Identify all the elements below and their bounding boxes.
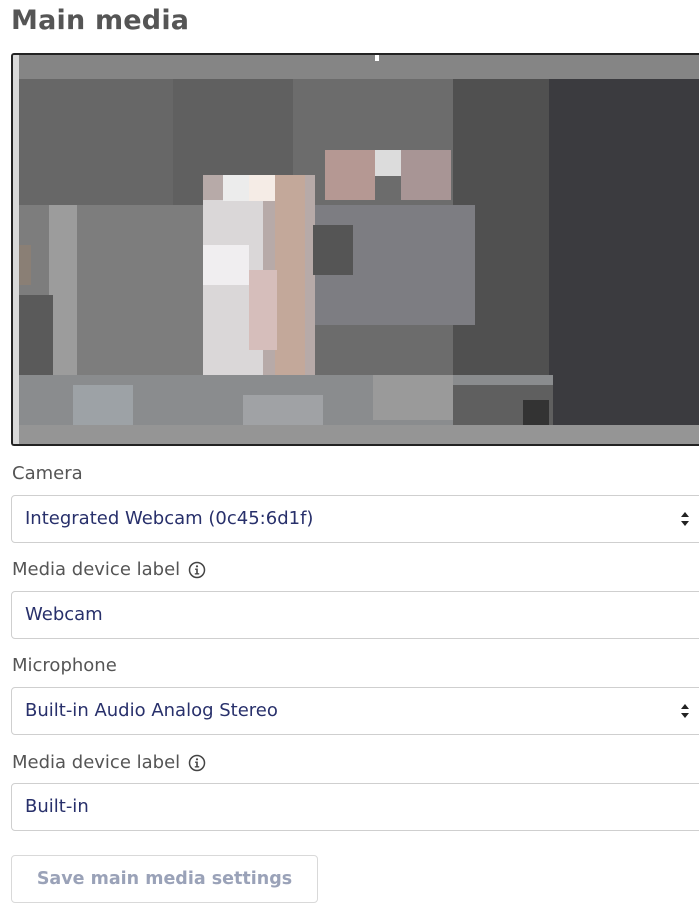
info-circle-icon[interactable] — [188, 561, 206, 579]
microphone-device-label-caption: Media device label — [12, 752, 206, 774]
camera-preview — [11, 53, 699, 446]
microphone-device-label-input[interactable]: Built-in — [11, 783, 699, 831]
camera-device-label-caption: Media device label — [12, 559, 206, 581]
camera-select[interactable]: Integrated Webcam (0c45:6d1f) — [11, 495, 699, 543]
camera-label: Camera — [12, 463, 83, 484]
updown-caret-icon — [681, 512, 689, 526]
microphone-label: Microphone — [12, 655, 117, 676]
camera-preview-image — [13, 55, 699, 444]
microphone-select[interactable]: Built-in Audio Analog Stereo — [11, 687, 699, 735]
page-title: Main media — [11, 5, 190, 36]
info-circle-icon[interactable] — [188, 754, 206, 772]
camera-device-label-input[interactable]: Webcam — [11, 591, 699, 639]
save-main-media-settings-button[interactable]: Save main media settings — [11, 855, 318, 903]
updown-caret-icon — [681, 704, 689, 718]
